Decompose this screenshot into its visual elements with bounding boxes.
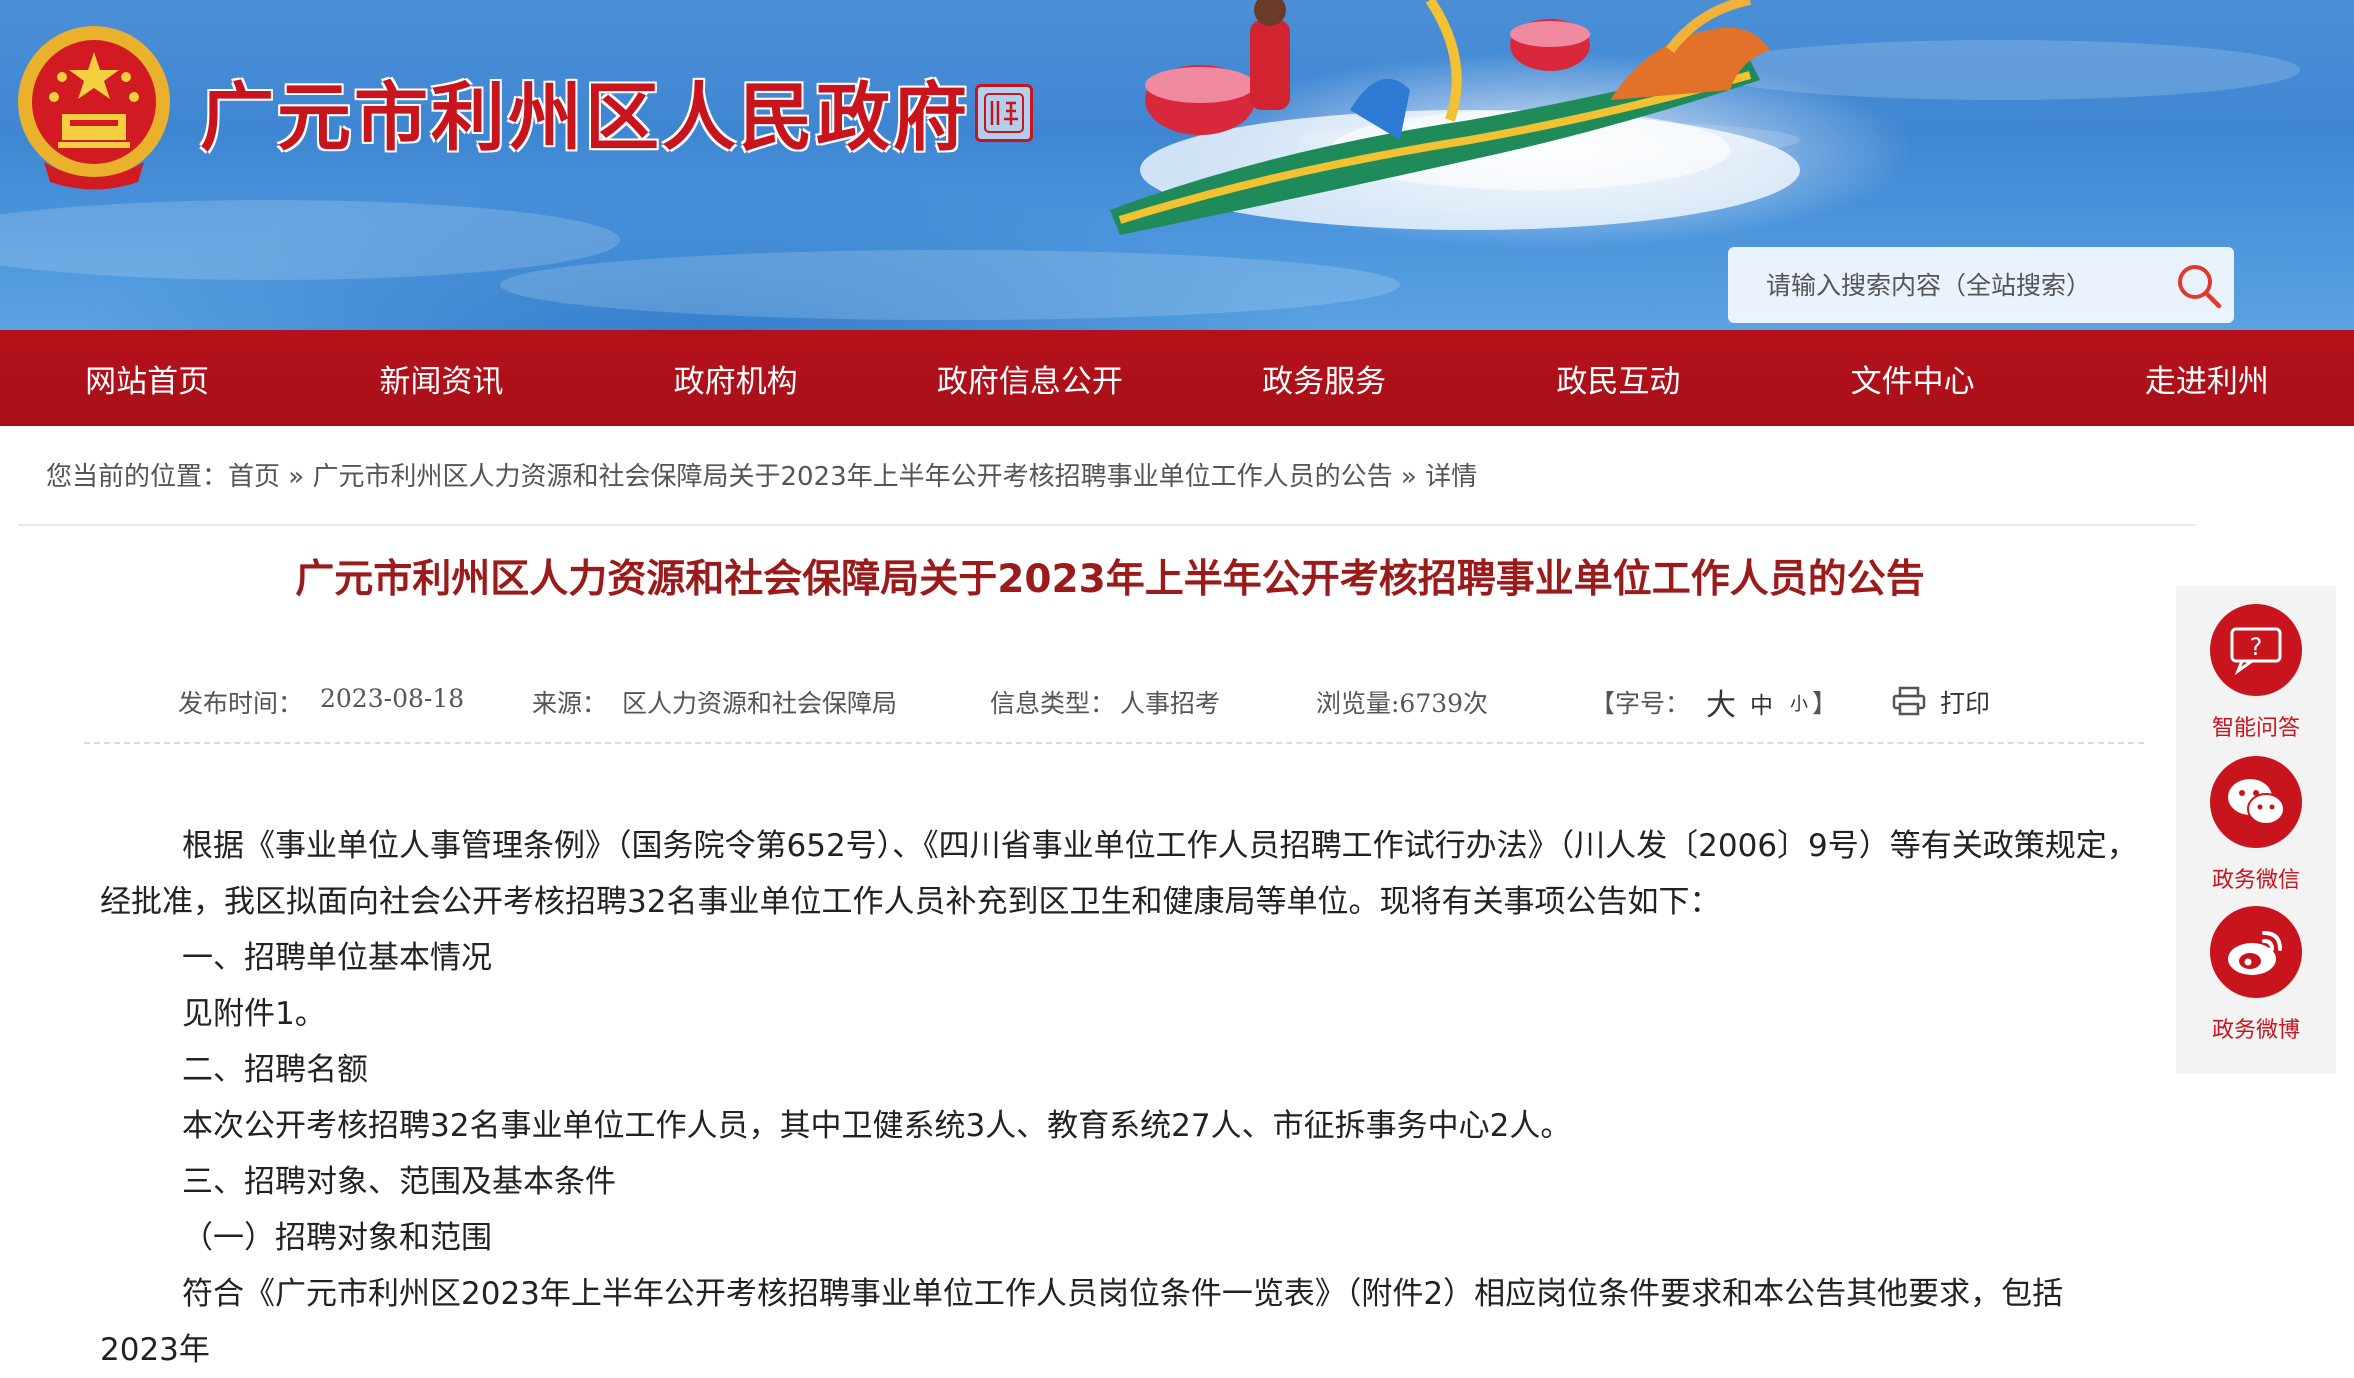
- weibo-icon: [2210, 906, 2302, 998]
- publish-date: 2023-08-18: [320, 684, 465, 713]
- site-seal-logo: [975, 84, 1033, 142]
- paragraph: 本次公开考核招聘32名事业单位工作人员，其中卫健系统3人、教育系统27人、市征拆…: [182, 1108, 1572, 1144]
- font-size-medium[interactable]: 中: [1750, 686, 1773, 720]
- section-heading: 一、招聘单位基本情况: [182, 940, 492, 976]
- water-wave: [500, 250, 1400, 320]
- main-nav: 网站首页 新闻资讯 政府机构 政府信息公开 政务服务 政民互动 文件中心 走进利…: [0, 330, 2354, 426]
- paragraph: 符合《广元市利州区2023年上半年公开考核招聘事业单位工作人员岗位条件一览表》（…: [100, 1276, 2064, 1368]
- divider: [84, 742, 2144, 744]
- source-label: 来源：: [532, 689, 608, 718]
- national-emblem-icon: [18, 26, 170, 190]
- breadcrumb-separator: »: [1392, 462, 1426, 492]
- side-item-label: 政务微信: [2211, 868, 2300, 893]
- section-heading: 二、招聘名额: [182, 1052, 368, 1088]
- search-input[interactable]: [1728, 247, 2148, 323]
- nav-item-documents[interactable]: 文件中心: [1766, 330, 2060, 426]
- chat-question-icon: ?: [2210, 604, 2302, 696]
- side-item-wechat[interactable]: 政务微信: [2176, 756, 2336, 894]
- font-size-bracket: 】: [1812, 689, 1838, 718]
- divider: [18, 524, 2196, 526]
- article-meta: 发布时间： 2023-08-18 来源： 区人力资源和社会保障局 信息类型： 人…: [0, 684, 2200, 724]
- nav-item-services[interactable]: 政务服务: [1177, 330, 1471, 426]
- source-value: 区人力资源和社会保障局: [622, 689, 898, 718]
- view-count: 浏览量:6739次: [1316, 689, 1489, 718]
- breadcrumb-article-link[interactable]: 广元市利州区人力资源和社会保障局关于2023年上半年公开考核招聘事业单位工作人员…: [312, 462, 1392, 492]
- nav-item-agencies[interactable]: 政府机构: [589, 330, 883, 426]
- paragraph: 根据《事业单位人事管理条例》（国务院令第652号）、《四川省事业单位工作人员招聘…: [100, 828, 2138, 920]
- side-float-panel: ? 智能问答 政务微信 政务微博: [2176, 586, 2336, 1074]
- breadcrumb-prefix: 您当前的位置：: [46, 462, 229, 492]
- nav-item-interaction[interactable]: 政民互动: [1471, 330, 1765, 426]
- font-size-label: 【字号：: [1590, 689, 1691, 718]
- section-heading: 三、招聘对象、范围及基本条件: [182, 1164, 616, 1200]
- dragon-boat-image: [1110, 0, 1800, 235]
- type-label: 信息类型：: [990, 689, 1116, 718]
- search-box: [1728, 247, 2234, 323]
- subsection-heading: （一）招聘对象和范围: [182, 1220, 492, 1256]
- side-item-weibo[interactable]: 政务微博: [2176, 906, 2336, 1044]
- nav-item-about[interactable]: 走进利州: [2060, 330, 2354, 426]
- print-icon[interactable]: [1892, 686, 1926, 722]
- side-item-label: 智能问答: [2211, 716, 2300, 741]
- seal-icon: [984, 93, 1024, 133]
- breadcrumb-home-link[interactable]: 首页: [228, 462, 280, 492]
- site-title: 广元市利州区人民政府: [200, 75, 970, 161]
- publish-label: 发布时间：: [178, 689, 304, 718]
- wechat-icon: [2210, 756, 2302, 848]
- print-button[interactable]: 打印: [1940, 684, 1990, 720]
- water-wave: [0, 200, 620, 280]
- side-item-label: 政务微博: [2211, 1018, 2300, 1043]
- header-banner: 广元市利州区人民政府: [0, 0, 2354, 330]
- nav-item-gov-info[interactable]: 政府信息公开: [883, 330, 1177, 426]
- article-body: 根据《事业单位人事管理条例》（国务院令第652号）、《四川省事业单位工作人员招聘…: [100, 818, 2140, 1378]
- breadcrumb-current: 详情: [1425, 462, 1478, 492]
- nav-item-home[interactable]: 网站首页: [0, 330, 294, 426]
- side-item-smart-qa[interactable]: ? 智能问答: [2176, 604, 2336, 742]
- article-title: 广元市利州区人力资源和社会保障局关于2023年上半年公开考核招聘事业单位工作人员…: [295, 557, 1925, 602]
- svg-text:?: ?: [2250, 633, 2263, 661]
- nav-item-news[interactable]: 新闻资讯: [294, 330, 588, 426]
- breadcrumb-separator: »: [280, 462, 313, 492]
- font-size-large[interactable]: 大: [1706, 680, 1736, 724]
- breadcrumb: 您当前的位置：首页 » 广元市利州区人力资源和社会保障局关于2023年上半年公开…: [46, 456, 1477, 493]
- font-size-small[interactable]: 小: [1790, 690, 1808, 716]
- search-icon[interactable]: [2174, 261, 2224, 311]
- paragraph: 见附件1。: [182, 996, 326, 1032]
- type-value: 人事招考: [1120, 689, 1221, 718]
